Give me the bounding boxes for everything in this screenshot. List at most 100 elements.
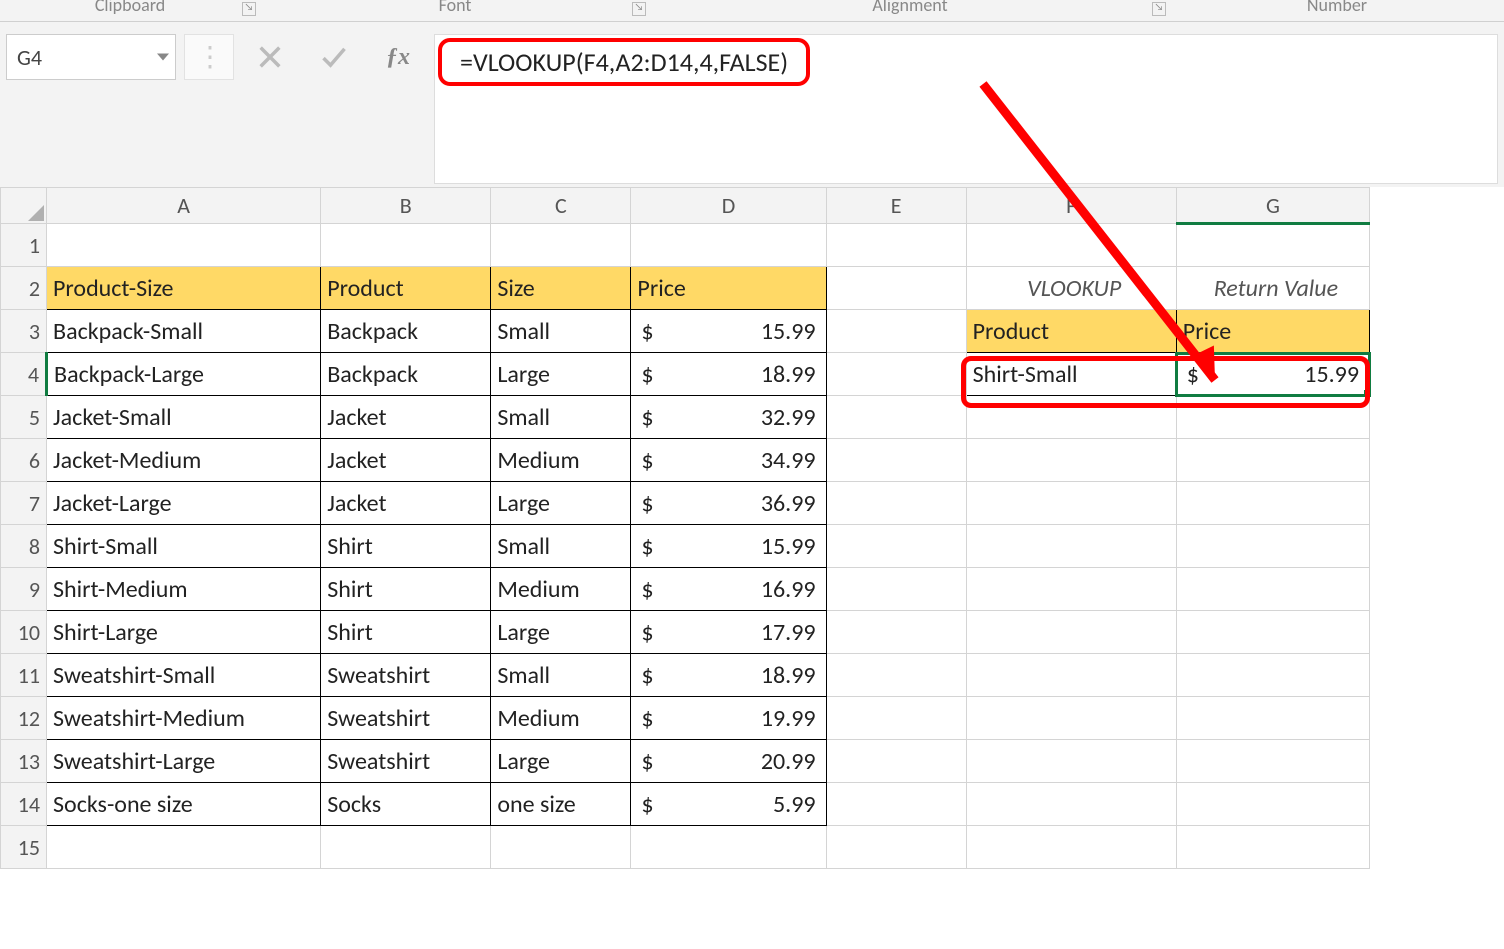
cell-G1[interactable] (1176, 224, 1369, 267)
cell-B12[interactable]: Sweatshirt (321, 697, 491, 740)
cell-G3[interactable]: Price (1176, 310, 1369, 353)
cell-A13[interactable]: Sweatshirt-Large (47, 740, 321, 783)
formula-history-button[interactable]: ⋮ (184, 34, 234, 80)
cell-A5[interactable]: Jacket-Small (47, 396, 321, 439)
cell-B2[interactable]: Product (321, 267, 491, 310)
cell-F15[interactable] (966, 826, 1176, 869)
spreadsheet-grid[interactable]: A B C D E F G 1 2 Product-Size Product S… (0, 187, 1504, 869)
cell-B10[interactable]: Shirt (321, 611, 491, 654)
cell-D4[interactable]: $18.99 (631, 353, 826, 396)
cell-F2[interactable]: VLOOKUP (966, 267, 1176, 310)
col-header-G[interactable]: G (1176, 188, 1369, 224)
col-header-B[interactable]: B (321, 188, 491, 224)
cell-G9[interactable] (1176, 568, 1369, 611)
cell-B4[interactable]: Backpack (321, 353, 491, 396)
cell-G4[interactable]: $15.99 (1176, 353, 1369, 396)
row-header-4[interactable]: 4 (1, 353, 47, 396)
row-header-15[interactable]: 15 (1, 826, 47, 869)
cell-F12[interactable] (966, 697, 1176, 740)
cell-E9[interactable] (826, 568, 966, 611)
cell-C8[interactable]: Small (491, 525, 631, 568)
cell-G13[interactable] (1176, 740, 1369, 783)
cell-E12[interactable] (826, 697, 966, 740)
cell-A2[interactable]: Product-Size (47, 267, 321, 310)
cell-F5[interactable] (966, 396, 1176, 439)
cell-B8[interactable]: Shirt (321, 525, 491, 568)
cell-C2[interactable]: Size (491, 267, 631, 310)
cell-C13[interactable]: Large (491, 740, 631, 783)
cell-A3[interactable]: Backpack-Small (47, 310, 321, 353)
cancel-formula-button[interactable] (242, 34, 298, 80)
chevron-down-icon[interactable] (157, 54, 169, 61)
row-header-11[interactable]: 11 (1, 654, 47, 697)
insert-function-button[interactable]: ƒx (370, 34, 426, 80)
cell-A14[interactable]: Socks-one size (47, 783, 321, 826)
cell-B15[interactable] (321, 826, 491, 869)
cell-F7[interactable] (966, 482, 1176, 525)
cell-D7[interactable]: $36.99 (631, 482, 826, 525)
cell-D12[interactable]: $19.99 (631, 697, 826, 740)
cell-B5[interactable]: Jacket (321, 396, 491, 439)
cell-B13[interactable]: Sweatshirt (321, 740, 491, 783)
cell-A9[interactable]: Shirt-Medium (47, 568, 321, 611)
select-all-corner[interactable] (1, 188, 47, 224)
cell-G8[interactable] (1176, 525, 1369, 568)
cell-A12[interactable]: Sweatshirt-Medium (47, 697, 321, 740)
cell-E5[interactable] (826, 396, 966, 439)
cell-G6[interactable] (1176, 439, 1369, 482)
cell-G7[interactable] (1176, 482, 1369, 525)
cell-D15[interactable] (631, 826, 826, 869)
cell-A6[interactable]: Jacket-Medium (47, 439, 321, 482)
cell-D9[interactable]: $16.99 (631, 568, 826, 611)
cell-D2[interactable]: Price (631, 267, 826, 310)
cell-A1[interactable] (47, 224, 321, 267)
cell-C9[interactable]: Medium (491, 568, 631, 611)
cell-F8[interactable] (966, 525, 1176, 568)
formula-bar-input[interactable]: =VLOOKUP(F4,A2:D14,4,FALSE) (434, 34, 1498, 184)
cell-F10[interactable] (966, 611, 1176, 654)
row-header-12[interactable]: 12 (1, 697, 47, 740)
cell-C1[interactable] (491, 224, 631, 267)
row-header-10[interactable]: 10 (1, 611, 47, 654)
cell-E8[interactable] (826, 525, 966, 568)
cell-B3[interactable]: Backpack (321, 310, 491, 353)
cell-A11[interactable]: Sweatshirt-Small (47, 654, 321, 697)
dialog-launcher-icon[interactable] (1152, 2, 1166, 16)
cell-B14[interactable]: Socks (321, 783, 491, 826)
cell-E4[interactable] (826, 353, 966, 396)
cell-D10[interactable]: $17.99 (631, 611, 826, 654)
cell-G5[interactable] (1176, 396, 1369, 439)
row-header-1[interactable]: 1 (1, 224, 47, 267)
cell-D1[interactable] (631, 224, 826, 267)
cell-F1[interactable] (966, 224, 1176, 267)
cell-E1[interactable] (826, 224, 966, 267)
cell-C14[interactable]: one size (491, 783, 631, 826)
cell-C5[interactable]: Small (491, 396, 631, 439)
cell-C6[interactable]: Medium (491, 439, 631, 482)
cell-C10[interactable]: Large (491, 611, 631, 654)
cell-E13[interactable] (826, 740, 966, 783)
cell-C3[interactable]: Small (491, 310, 631, 353)
cell-E15[interactable] (826, 826, 966, 869)
cell-E14[interactable] (826, 783, 966, 826)
cell-F6[interactable] (966, 439, 1176, 482)
cell-E2[interactable] (826, 267, 966, 310)
col-header-C[interactable]: C (491, 188, 631, 224)
row-header-7[interactable]: 7 (1, 482, 47, 525)
cell-A8[interactable]: Shirt-Small (47, 525, 321, 568)
dialog-launcher-icon[interactable] (632, 2, 646, 16)
row-header-2[interactable]: 2 (1, 267, 47, 310)
enter-formula-button[interactable] (306, 34, 362, 80)
cell-C12[interactable]: Medium (491, 697, 631, 740)
cell-D3[interactable]: $15.99 (631, 310, 826, 353)
name-box[interactable]: G4 (6, 34, 176, 80)
row-header-8[interactable]: 8 (1, 525, 47, 568)
cell-B7[interactable]: Jacket (321, 482, 491, 525)
cell-B1[interactable] (321, 224, 491, 267)
dialog-launcher-icon[interactable] (242, 2, 256, 16)
cell-G12[interactable] (1176, 697, 1369, 740)
cell-D5[interactable]: $32.99 (631, 396, 826, 439)
cell-D6[interactable]: $34.99 (631, 439, 826, 482)
cell-B9[interactable]: Shirt (321, 568, 491, 611)
cell-F13[interactable] (966, 740, 1176, 783)
